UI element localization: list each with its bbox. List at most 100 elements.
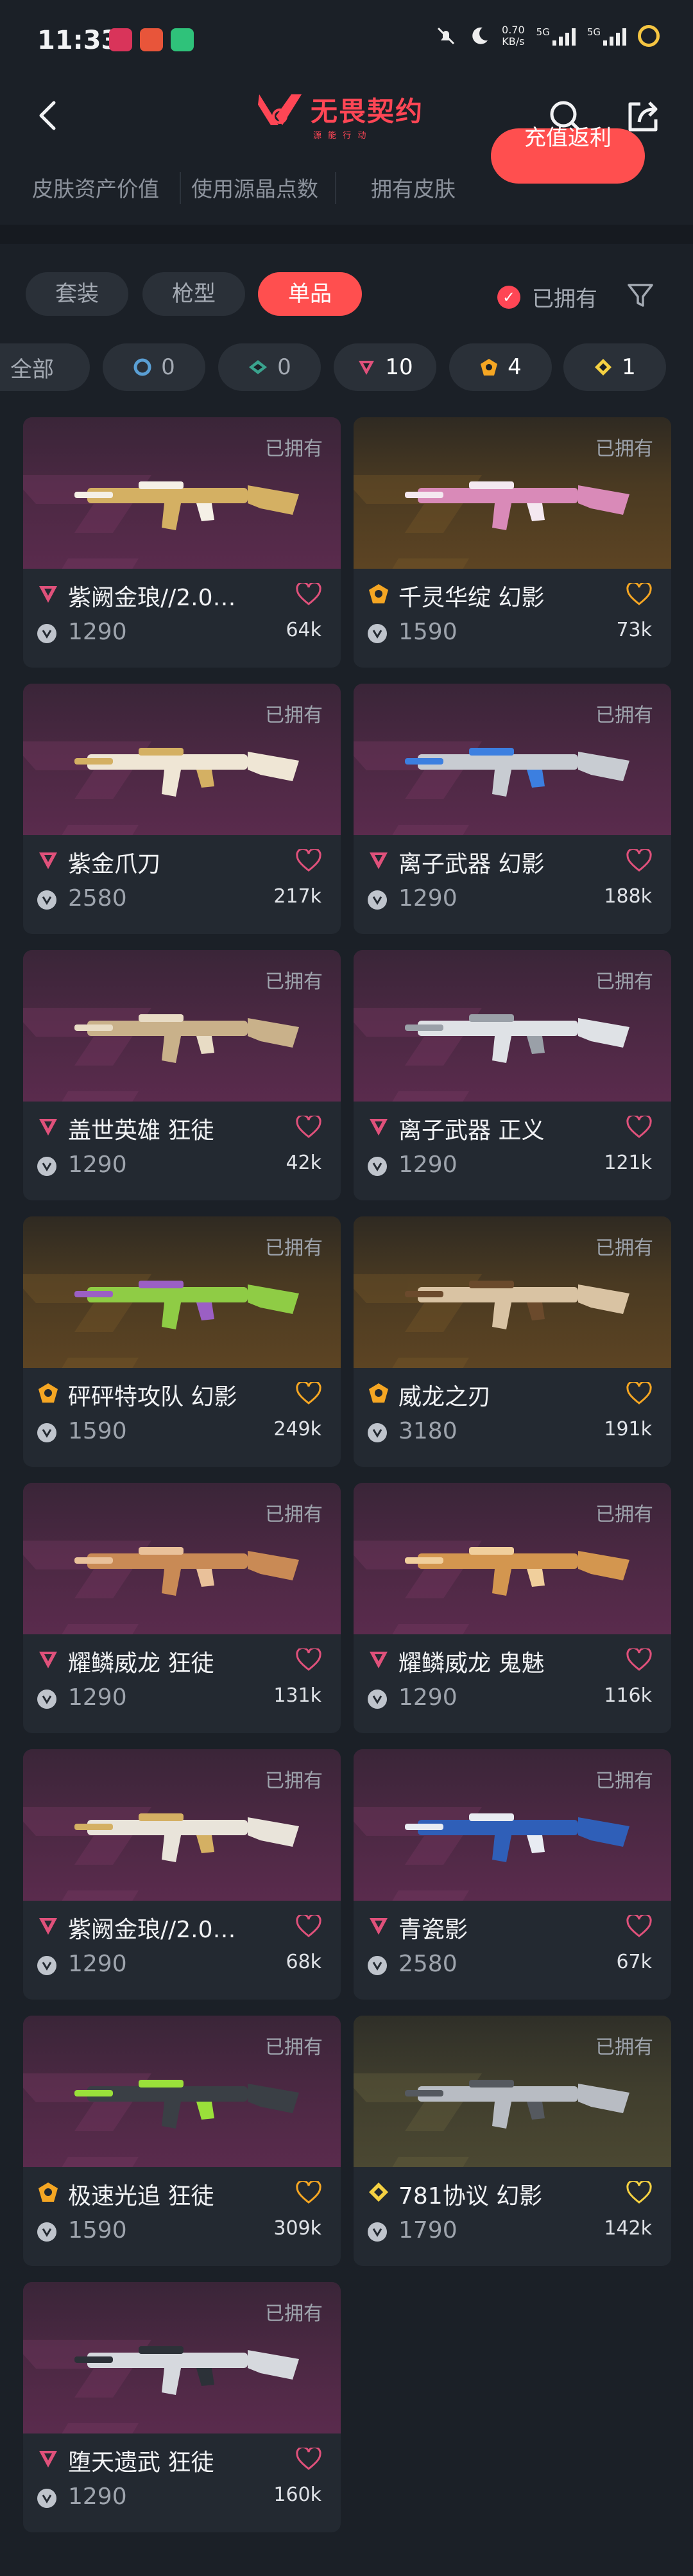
skin-card[interactable]: 已拥有 紫阙金琅//2.0… 1290 [23,1749,341,2000]
heart-icon[interactable] [296,1915,321,1938]
tab-bundles[interactable]: 套装 [26,272,128,316]
skin-art: 已拥有 [354,684,671,835]
valorant-points-icon [368,624,387,643]
skin-info: 砰砰特攻队 幻影 1590 249k [23,1368,341,1467]
chip-all[interactable]: 全部 [0,343,90,391]
skin-card[interactable]: 已拥有 青瓷影 2580 67k [354,1749,671,2000]
chip-premium-tier[interactable]: 10 [334,343,436,391]
skin-card[interactable]: 已拥有 威龙之刃 3180 191k [354,1216,671,1467]
premium-tier-icon [370,1652,388,1668]
tab-weapon-type[interactable]: 枪型 [142,272,245,316]
clock: 11:33 [37,26,119,55]
skin-card[interactable]: 已拥有 盖世英雄 狂徒 1290 42k [23,950,341,1200]
premium-tier-icon [39,586,57,603]
system-indicators: 0.70 KB/s 5G 5G [435,24,660,48]
skin-name: 耀鳞威龙 鬼魅 [398,1650,545,1677]
skin-price: 1290 [68,1951,127,1977]
skin-price: 3180 [398,1418,458,1444]
skin-card[interactable]: 已拥有 紫阙金琅//2.0… 1290 [23,417,341,668]
ultra-tier-icon [369,2183,388,2202]
do-not-disturb-moon-icon [472,27,488,44]
weapon-skin-image [405,1547,629,1596]
heart-icon[interactable] [626,583,652,606]
heart-icon[interactable] [296,1116,321,1139]
logo-subtitle: 源 能 行 动 [313,131,368,141]
signal-label: 5G [536,26,550,38]
signal-5g-2: 5G [587,26,626,46]
heart-icon[interactable] [626,1116,652,1139]
skin-card[interactable]: 已拥有 紫金爪刀 2580 217k [23,684,341,934]
weapon-skin-image [74,2080,299,2129]
skin-name: 离子武器 幻影 [398,851,545,877]
skin-card[interactable]: 已拥有 极速光追 狂徒 1590 309k [23,2016,341,2266]
skin-art: 已拥有 [354,2016,671,2167]
skin-name: 砰砰特攻队 幻影 [68,1384,237,1410]
heart-icon[interactable] [626,1648,652,1672]
skin-info: 极速光追 狂徒 1590 309k [23,2167,341,2266]
heart-icon[interactable] [296,1648,321,1672]
skin-card[interactable]: 已拥有 781协议 幻影 1790 142k [354,2016,671,2266]
skin-art: 已拥有 [354,417,671,569]
chip-exclusive-tier[interactable]: 4 [449,343,552,391]
skin-card[interactable]: 已拥有 砰砰特攻队 幻影 1590 249k [23,1216,341,1467]
like-count: 160k [273,2484,321,2506]
chip-deluxe-tier[interactable]: 0 [218,343,321,391]
valorant-points-icon [368,2222,387,2242]
heart-icon[interactable] [296,1382,321,1405]
premium-tier-icon [39,1119,57,1136]
heart-icon[interactable] [296,583,321,606]
premium-tier-icon [39,1918,57,1935]
heart-icon[interactable] [296,2448,321,2471]
premium-tier-icon [370,1918,388,1935]
like-count: 142k [604,2217,652,2240]
owned-filter-label: 已拥有 [532,286,597,312]
back-icon[interactable] [30,96,68,135]
heart-icon[interactable] [626,2181,652,2204]
chip-select-tier[interactable]: 0 [103,343,205,391]
valorant-points-icon [37,1157,56,1176]
like-count: 68k [286,1951,321,1973]
premium-tier-icon [39,1652,57,1668]
weapon-skin-image [74,481,299,530]
valorant-points-icon [368,1157,387,1176]
premium-tier-icon [370,852,388,869]
skin-card[interactable]: 已拥有 耀鳞威龙 鬼魅 1290 116k [354,1483,671,1733]
skin-card[interactable]: 已拥有 离子武器 幻影 1290 188k [354,684,671,934]
skin-price: 2580 [68,885,127,912]
chip-ultra-tier[interactable]: 1 [563,343,666,391]
stat-divider [180,172,181,204]
select-tier-icon [133,358,151,376]
heart-icon[interactable] [626,1382,652,1405]
skin-name: 千灵华绽 幻影 [398,585,545,611]
skin-info: 堕天遗武 狂徒 1290 160k [23,2433,341,2532]
valorant-points-icon [368,890,387,910]
like-count: 309k [273,2217,321,2240]
skin-card[interactable]: 已拥有 离子武器 正义 1290 121k [354,950,671,1200]
filter-icon[interactable] [626,281,654,309]
skin-art: 已拥有 [23,1749,341,1901]
valorant-points-icon [37,1956,56,1975]
heart-icon[interactable] [626,849,652,872]
notification-icons [109,28,194,51]
app-notification-icon [109,28,132,51]
skin-card[interactable]: 已拥有 耀鳞威龙 狂徒 1290 131k [23,1483,341,1733]
skin-info: 耀鳞威龙 鬼魅 1290 116k [354,1634,671,1733]
signal-5g-1: 5G [536,26,576,46]
weapon-skin-image [74,748,299,797]
exclusive-tier-icon [481,359,498,376]
heart-icon[interactable] [626,1915,652,1938]
valorant-points-icon [37,2489,56,2508]
valorant-points-icon [37,890,56,910]
skin-info: 781协议 幻影 1790 142k [354,2167,671,2266]
checkmark-icon: ✓ [497,285,520,309]
skin-art: 已拥有 [23,950,341,1102]
owned-filter-toggle[interactable]: ✓ 已拥有 [497,281,597,313]
weapon-skin-image [405,1281,629,1329]
skin-card[interactable]: 已拥有 堕天遗武 狂徒 1290 160k [23,2282,341,2532]
heart-icon[interactable] [296,2181,321,2204]
heart-icon[interactable] [296,849,321,872]
chip-count: 10 [385,354,413,380]
tab-single-items[interactable]: 单品 [258,272,362,316]
skin-card[interactable]: 已拥有 千灵华绽 幻影 1590 73k [354,417,671,668]
exclusive-tier-icon [38,1383,58,1403]
